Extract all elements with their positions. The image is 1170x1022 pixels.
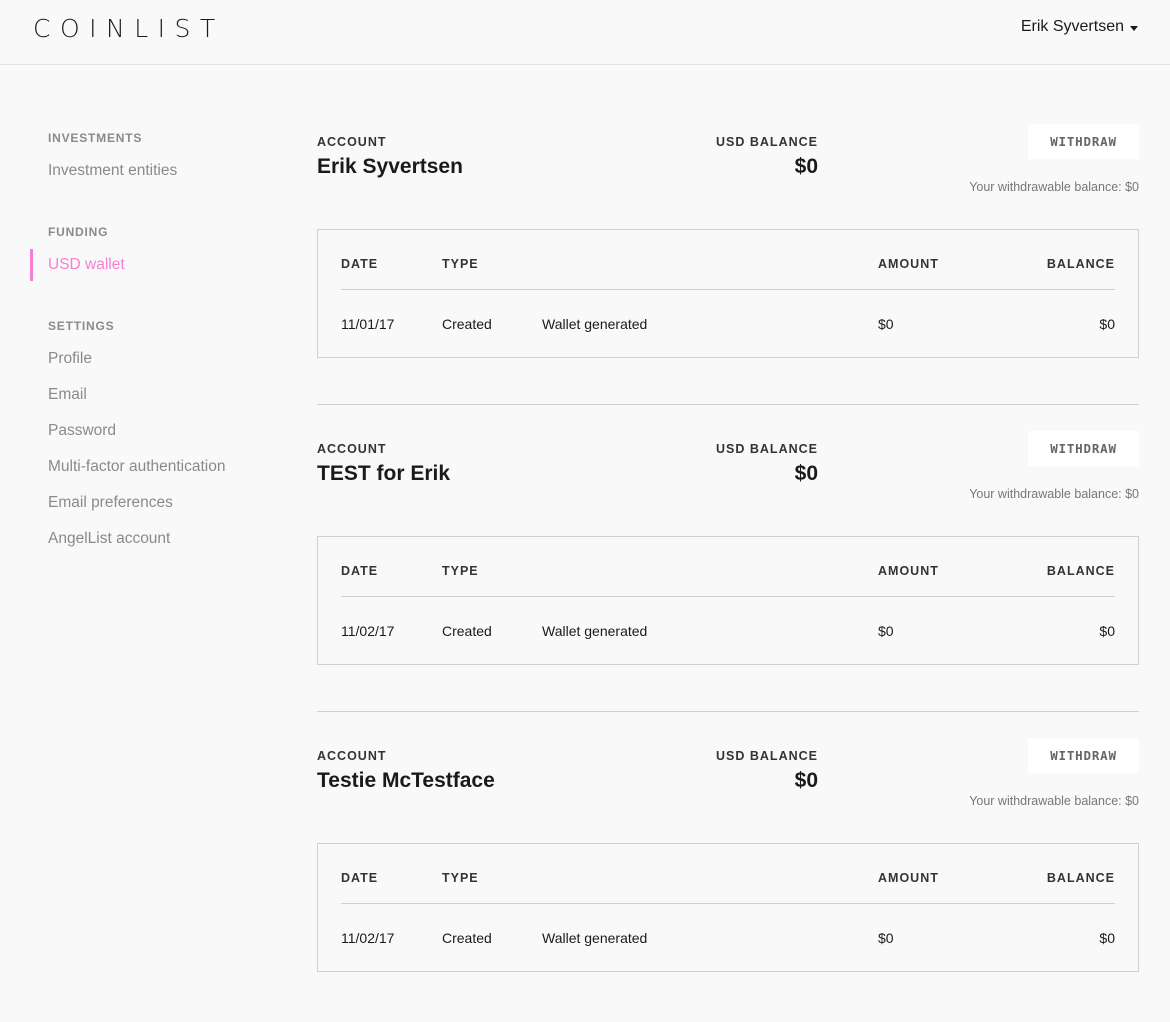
- usd-balance-label: USD BALANCE: [716, 135, 818, 149]
- cell-description: Wallet generated: [542, 316, 648, 332]
- sidebar-section-investments: INVESTMENTS: [48, 131, 143, 145]
- section-divider: [317, 404, 1139, 405]
- sidebar-item-angellist-account[interactable]: AngelList account: [48, 530, 170, 548]
- account-name: Testie McTestface: [317, 769, 495, 792]
- usd-balance-value: $0: [794, 155, 818, 178]
- withdraw-button[interactable]: WITHDRAW: [1028, 431, 1139, 466]
- withdrawable-balance-note: Your withdrawable balance: $0: [969, 180, 1139, 194]
- cell-balance: $0: [1099, 623, 1115, 639]
- header-divider: [341, 289, 1115, 290]
- cell-balance: $0: [1099, 930, 1115, 946]
- cell-type: Created: [442, 623, 492, 639]
- cell-date: 11/02/17: [341, 623, 395, 639]
- section-divider: [317, 711, 1139, 712]
- cell-date: 11/02/17: [341, 930, 395, 946]
- account-label: ACCOUNT: [317, 749, 387, 763]
- cell-description: Wallet generated: [542, 623, 648, 639]
- header-divider: [341, 596, 1115, 597]
- sidebar-item-password[interactable]: Password: [48, 422, 116, 440]
- sidebar-section-settings: SETTINGS: [48, 319, 115, 333]
- sidebar-item-profile[interactable]: Profile: [48, 350, 92, 368]
- column-header-balance: BALANCE: [1046, 871, 1115, 885]
- cell-type: Created: [442, 930, 492, 946]
- transactions-table: DATE TYPE AMOUNT BALANCE 11/01/17 Create…: [317, 229, 1139, 358]
- usd-balance-label: USD BALANCE: [716, 749, 818, 763]
- account-name: Erik Syvertsen: [317, 155, 463, 178]
- cell-balance: $0: [1099, 316, 1115, 332]
- usd-balance-value: $0: [794, 769, 818, 792]
- chevron-down-icon[interactable]: [1130, 25, 1138, 31]
- user-menu[interactable]: Erik Syvertsen: [1021, 18, 1138, 36]
- usd-balance-label: USD BALANCE: [716, 442, 818, 456]
- column-header-amount: AMOUNT: [878, 871, 939, 885]
- column-header-balance: BALANCE: [1046, 564, 1115, 578]
- transactions-table: DATE TYPE AMOUNT BALANCE 11/02/17 Create…: [317, 536, 1139, 665]
- column-header-date: DATE: [341, 871, 379, 885]
- cell-date: 11/01/17: [341, 316, 395, 332]
- sidebar-item-email[interactable]: Email: [48, 386, 87, 404]
- column-header-date: DATE: [341, 257, 379, 271]
- header-divider: [341, 903, 1115, 904]
- column-header-type: TYPE: [442, 257, 479, 271]
- usd-balance-value: $0: [794, 462, 818, 485]
- sidebar-item-email-preferences[interactable]: Email preferences: [48, 494, 173, 512]
- column-header-amount: AMOUNT: [878, 257, 939, 271]
- account-label: ACCOUNT: [317, 135, 387, 149]
- sidebar-item-usd-wallet[interactable]: USD wallet: [48, 256, 125, 274]
- withdrawable-balance-note: Your withdrawable balance: $0: [969, 794, 1139, 808]
- top-header: COINLIST Erik Syvertsen: [0, 0, 1170, 65]
- sidebar-section-funding: FUNDING: [48, 225, 109, 239]
- withdraw-button[interactable]: WITHDRAW: [1028, 738, 1139, 773]
- active-indicator: [30, 249, 33, 281]
- sidebar-item-multi-factor-authentication[interactable]: Multi-factor authentication: [48, 458, 225, 476]
- column-header-amount: AMOUNT: [878, 564, 939, 578]
- column-header-date: DATE: [341, 564, 379, 578]
- column-header-type: TYPE: [442, 564, 479, 578]
- withdrawable-balance-note: Your withdrawable balance: $0: [969, 487, 1139, 501]
- column-header-type: TYPE: [442, 871, 479, 885]
- account-label: ACCOUNT: [317, 442, 387, 456]
- sidebar-item-investment-entities[interactable]: Investment entities: [48, 162, 177, 180]
- withdraw-button[interactable]: WITHDRAW: [1028, 124, 1139, 159]
- cell-amount: $0: [878, 930, 894, 946]
- account-name: TEST for Erik: [317, 462, 451, 485]
- transactions-table: DATE TYPE AMOUNT BALANCE 11/02/17 Create…: [317, 843, 1139, 972]
- column-header-balance: BALANCE: [1046, 257, 1115, 271]
- coinlist-logo[interactable]: COINLIST: [33, 14, 225, 43]
- cell-description: Wallet generated: [542, 930, 648, 946]
- cell-amount: $0: [878, 623, 894, 639]
- cell-type: Created: [442, 316, 492, 332]
- user-name[interactable]: Erik Syvertsen: [1021, 18, 1124, 36]
- cell-amount: $0: [878, 316, 894, 332]
